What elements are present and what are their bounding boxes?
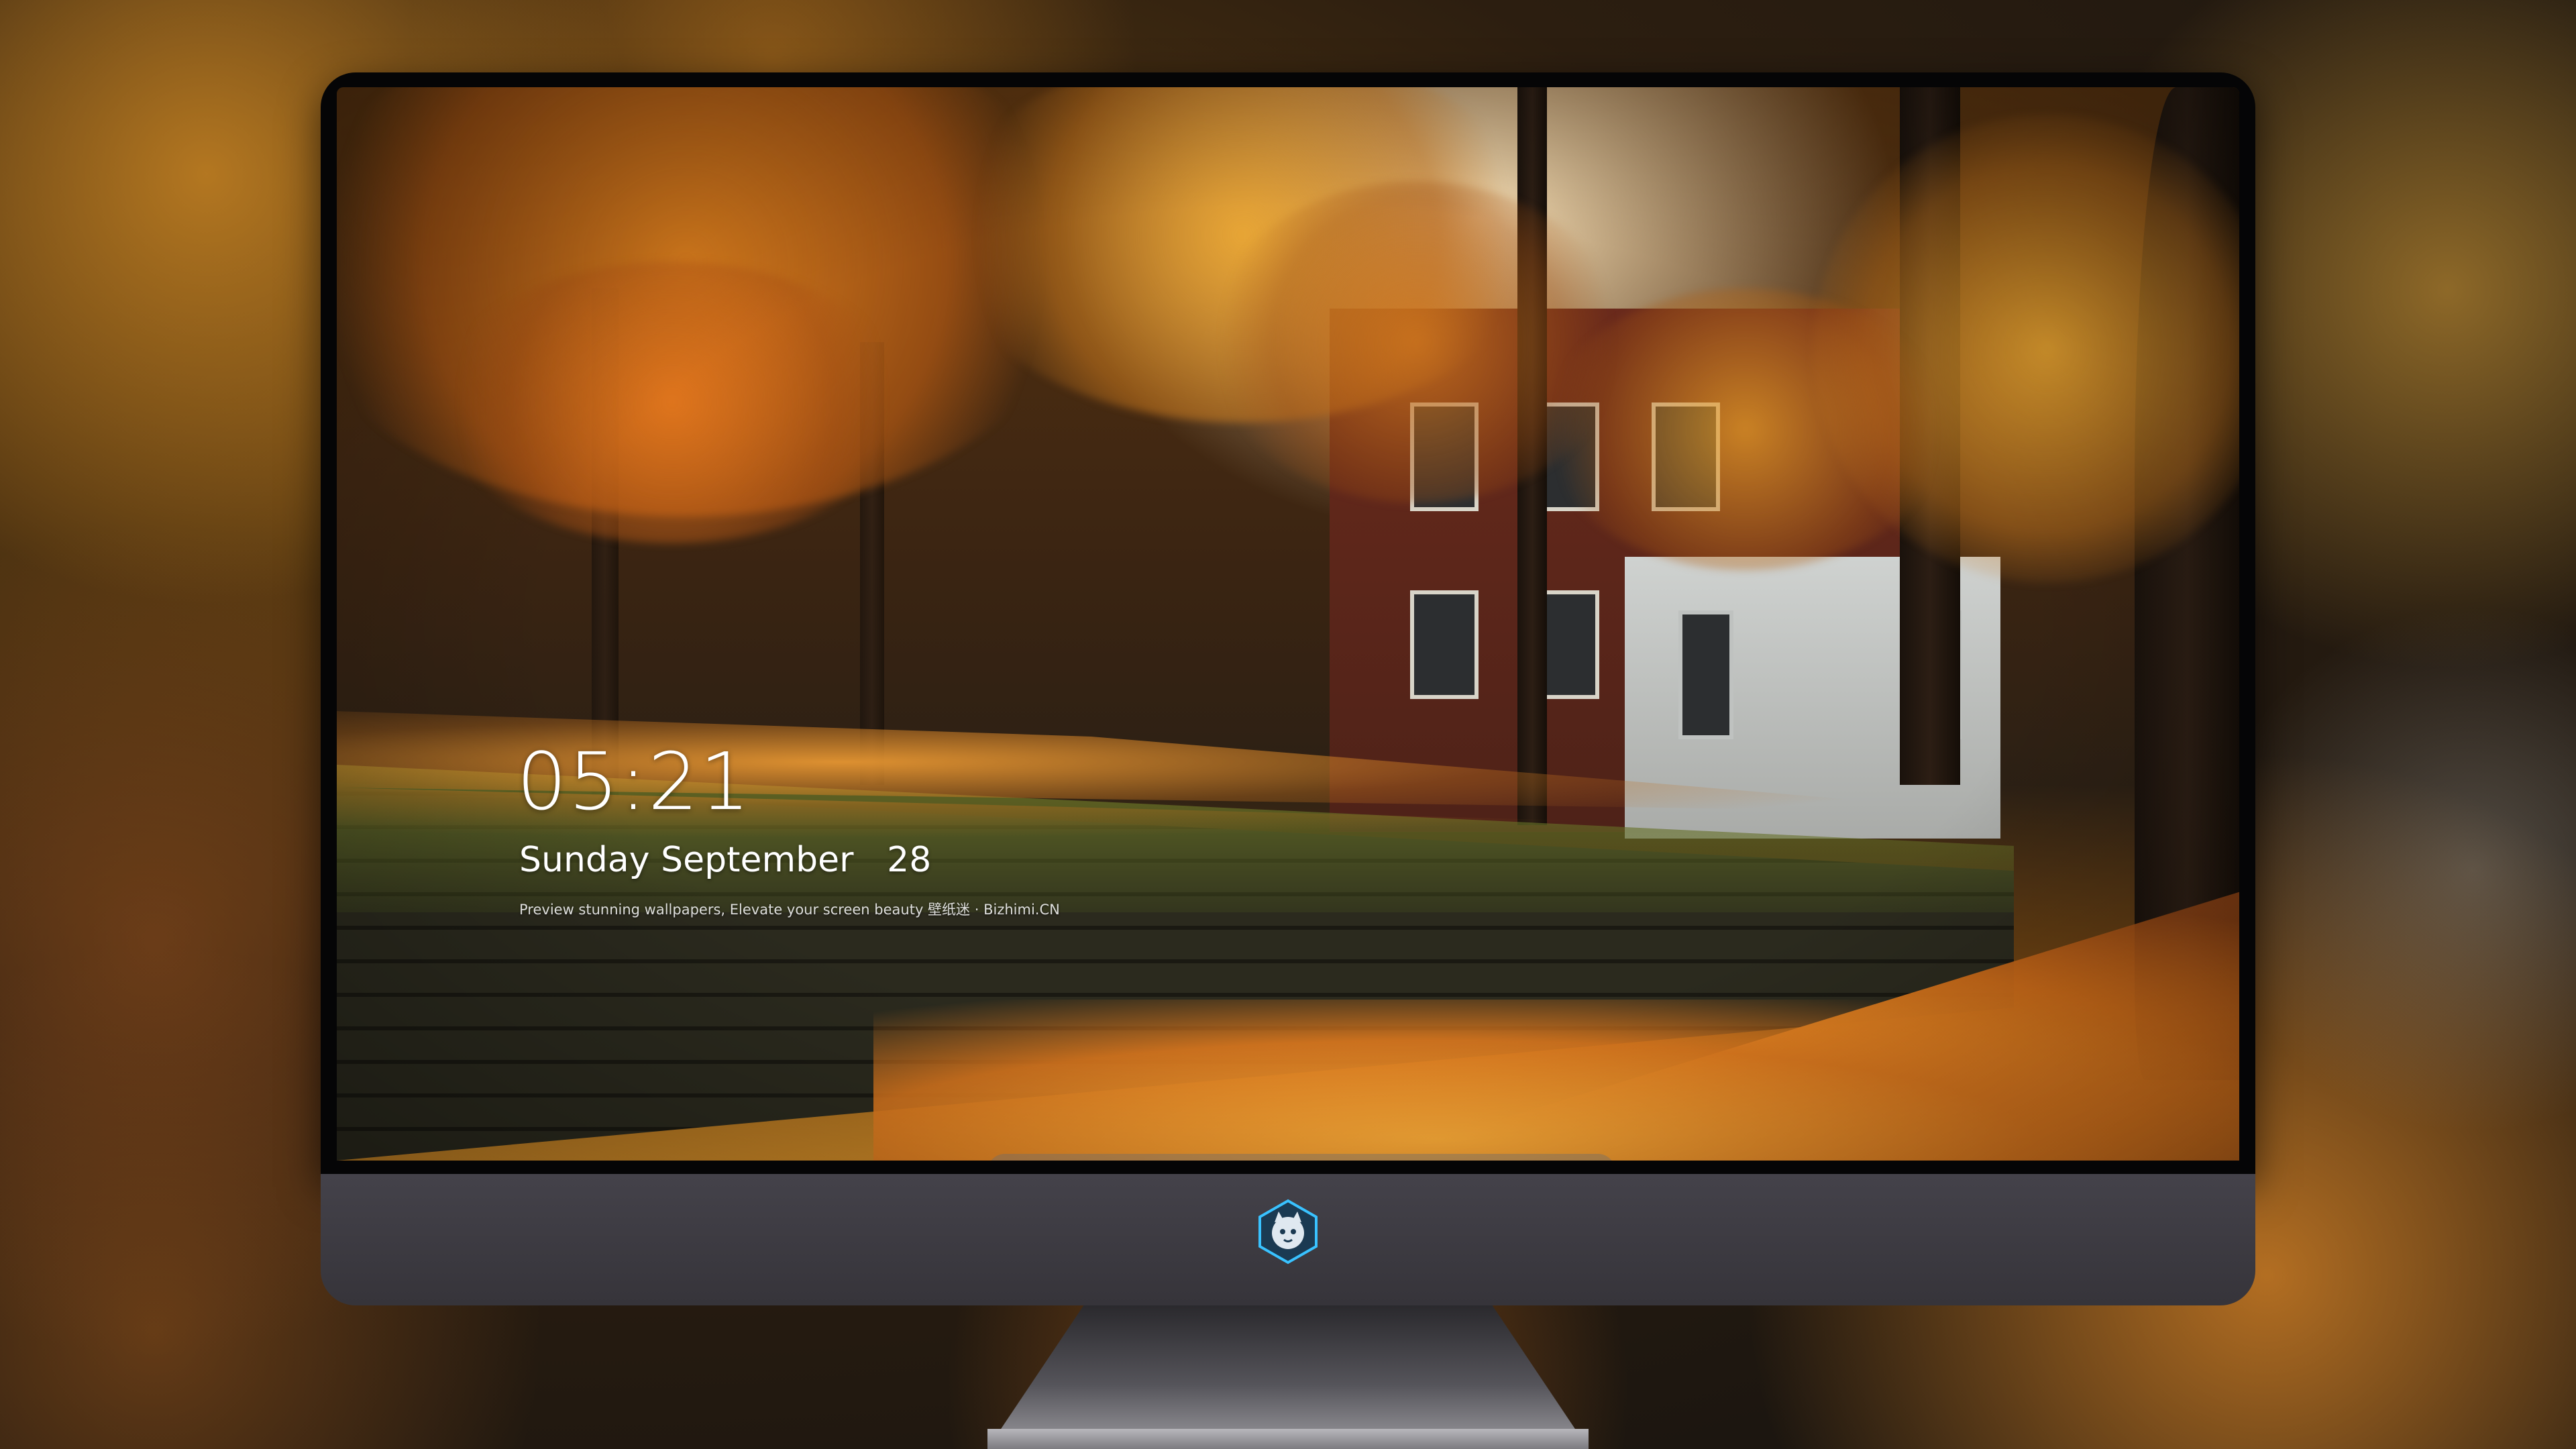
monitor-chin: [321, 1174, 2255, 1305]
lockscreen-tagline: Preview stunning wallpapers, Elevate you…: [519, 902, 1060, 918]
brand-logo-icon: [1258, 1199, 1318, 1265]
monitor-stand-base: [987, 1429, 1589, 1449]
dock: [987, 1154, 1615, 1161]
monitor-stand: [987, 1305, 1589, 1449]
monitor-frame: 05:21 Sunday September 28 Preview stunni…: [321, 72, 2255, 1174]
lockscreen-date: Sunday September 28: [519, 840, 932, 880]
desktop-screen: 05:21 Sunday September 28 Preview stunni…: [337, 87, 2239, 1161]
autumn-wallpaper: [337, 87, 2239, 1161]
lockscreen-time: 05:21: [517, 735, 752, 828]
